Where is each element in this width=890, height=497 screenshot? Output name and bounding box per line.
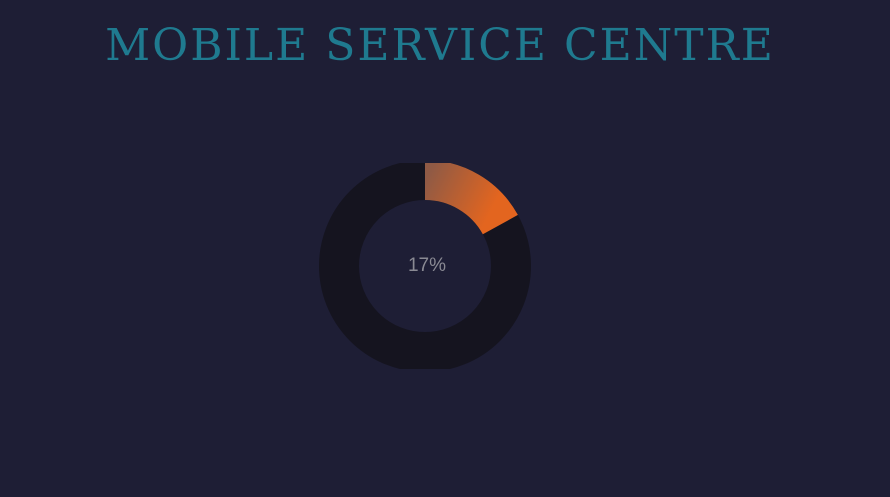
progress-donut: 17% (319, 163, 531, 369)
page-title: MOBILE SERVICE CENTRE (105, 20, 775, 71)
progress-percentage: 17% (407, 255, 447, 276)
